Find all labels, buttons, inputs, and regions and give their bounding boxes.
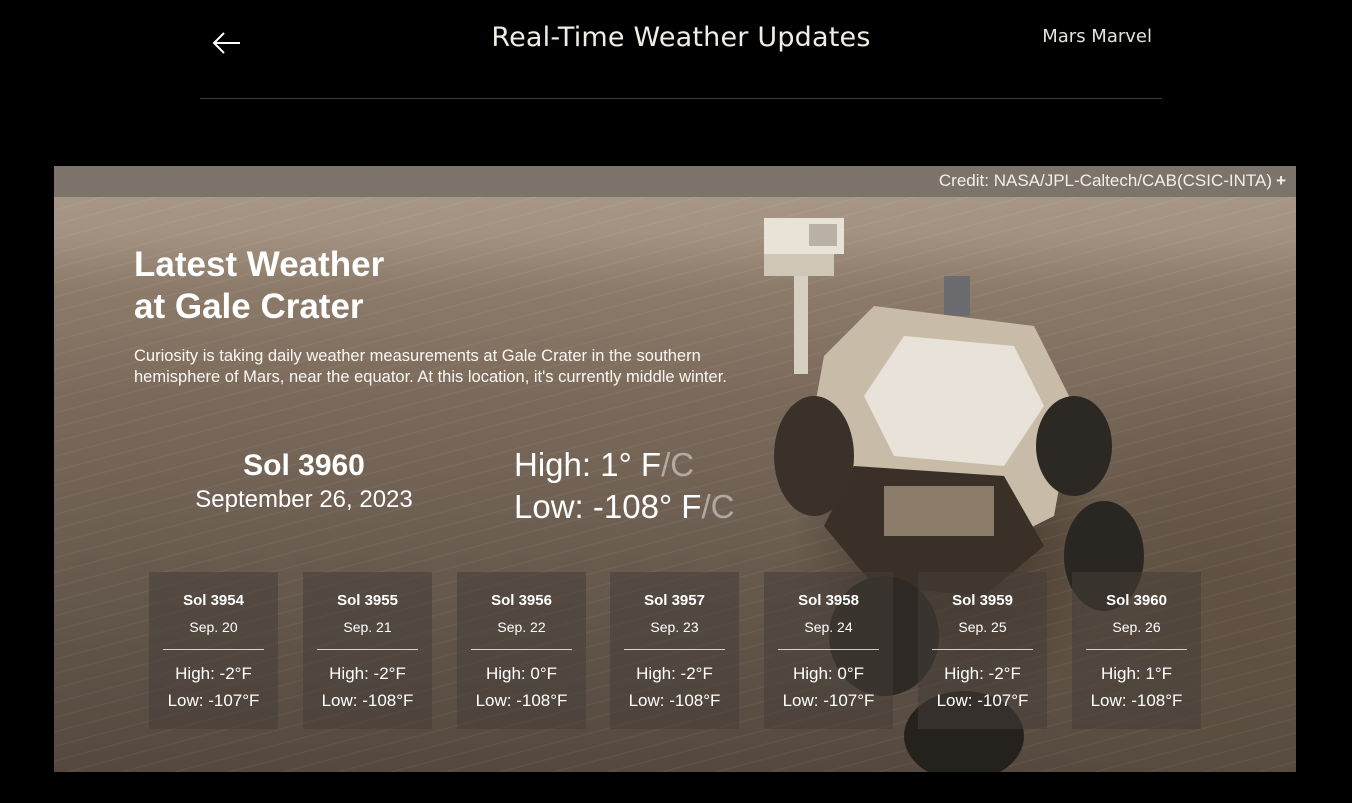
day-high: High: 0°F xyxy=(792,664,865,683)
day-card[interactable]: Sol 3960 Sep. 26 High: 1°F Low: -108°F xyxy=(1072,572,1201,729)
credit-toggle[interactable]: + xyxy=(1276,171,1286,190)
page-header: Real-Time Weather Updates Mars Marvel xyxy=(200,0,1162,99)
low-temp: Low: -108° F/C xyxy=(514,486,734,528)
day-low: Low: -108°F xyxy=(628,691,721,710)
day-card[interactable]: Sol 3958 Sep. 24 High: 0°F Low: -107°F xyxy=(764,572,893,729)
day-high: High: 0°F xyxy=(485,664,558,683)
day-sol: Sol 3955 xyxy=(337,592,398,609)
current-temperatures: High: 1° F/C Low: -108° F/C xyxy=(514,444,734,528)
credit-text: Credit: NASA/JPL-Caltech/CAB(CSIC-INTA) xyxy=(938,171,1273,190)
divider xyxy=(624,649,725,650)
day-date: Sep. 21 xyxy=(343,619,392,635)
current-sol: Sol 3960 xyxy=(243,449,365,482)
day-sol: Sol 3959 xyxy=(952,592,1013,609)
image-credit: Credit: NASA/JPL-Caltech/CAB(CSIC-INTA) + xyxy=(939,171,1286,191)
divider xyxy=(778,649,879,650)
day-sol: Sol 3954 xyxy=(183,592,244,609)
celsius-toggle[interactable]: C xyxy=(670,446,694,483)
day-low: Low: -108°F xyxy=(321,691,414,710)
day-card[interactable]: Sol 3954 Sep. 20 High: -2°F Low: -107°F xyxy=(149,572,278,729)
unit-separator: / xyxy=(661,446,671,483)
credit-bar: Credit: NASA/JPL-Caltech/CAB(CSIC-INTA) + xyxy=(54,166,1296,197)
day-high: High: -2°F xyxy=(329,664,406,683)
day-low: Low: -107°F xyxy=(167,691,260,710)
day-low: Low: -108°F xyxy=(475,691,568,710)
day-sol: Sol 3958 xyxy=(798,592,859,609)
day-card[interactable]: Sol 3955 Sep. 21 High: -2°F Low: -108°F xyxy=(303,572,432,729)
current-date: September 26, 2023 xyxy=(195,486,413,513)
divider xyxy=(471,649,572,650)
day-date: Sep. 23 xyxy=(650,619,699,635)
day-high: High: -2°F xyxy=(175,664,252,683)
weather-hero: Credit: NASA/JPL-Caltech/CAB(CSIC-INTA) +… xyxy=(54,166,1296,772)
hero-heading-line2: at Gale Crater xyxy=(134,287,364,326)
day-card[interactable]: Sol 3956 Sep. 22 High: 0°F Low: -108°F xyxy=(457,572,586,729)
high-temp: High: 1° F/C xyxy=(514,444,734,486)
page-title: Real-Time Weather Updates xyxy=(491,22,871,53)
day-low: Low: -107°F xyxy=(782,691,875,710)
divider xyxy=(932,649,1033,650)
day-sol: Sol 3960 xyxy=(1106,592,1167,609)
day-sol: Sol 3957 xyxy=(644,592,705,609)
brand-link[interactable]: Mars Marvel xyxy=(1042,26,1152,47)
hero-heading-line1: Latest Weather xyxy=(134,245,385,284)
divider xyxy=(317,649,418,650)
day-date: Sep. 22 xyxy=(497,619,546,635)
celsius-toggle[interactable]: C xyxy=(711,488,735,525)
day-date: Sep. 25 xyxy=(958,619,1007,635)
divider xyxy=(1086,649,1187,650)
day-card[interactable]: Sol 3959 Sep. 25 High: -2°F Low: -107°F xyxy=(918,572,1047,729)
day-sol: Sol 3956 xyxy=(491,592,552,609)
day-date: Sep. 24 xyxy=(804,619,853,635)
day-high: High: 1°F xyxy=(1100,664,1173,683)
day-high: High: -2°F xyxy=(944,664,1021,683)
day-low: Low: -108°F xyxy=(1090,691,1183,710)
day-card[interactable]: Sol 3957 Sep. 23 High: -2°F Low: -108°F xyxy=(610,572,739,729)
hero-description: Curiosity is taking daily weather measur… xyxy=(134,347,727,386)
divider xyxy=(163,649,264,650)
day-high: High: -2°F xyxy=(636,664,713,683)
day-low: Low: -107°F xyxy=(936,691,1029,710)
day-date: Sep. 20 xyxy=(189,619,238,635)
low-label: Low: xyxy=(514,488,584,525)
low-value: -108° F xyxy=(592,488,702,525)
high-label: High: xyxy=(514,446,592,483)
day-date: Sep. 26 xyxy=(1112,619,1161,635)
high-value: 1° F xyxy=(600,446,662,483)
unit-separator: / xyxy=(701,488,711,525)
hero-heading: Latest Weather at Gale Crater xyxy=(134,244,554,328)
daily-forecast-list: Sol 3954 Sep. 20 High: -2°F Low: -107°F … xyxy=(149,572,1201,729)
